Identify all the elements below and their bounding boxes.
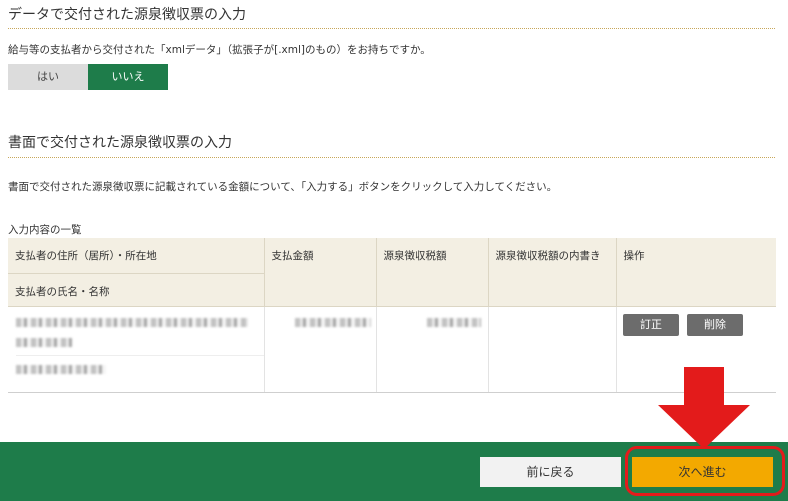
header-payer-address: 支払者の住所（居所）・所在地 (8, 238, 265, 274)
payer-cell (8, 306, 265, 393)
xml-toggle: はい いいえ (8, 64, 168, 90)
header-withholding-tax: 源泉徴収税額 (376, 238, 489, 307)
header-payment-amount: 支払金額 (264, 238, 377, 307)
redacted-amount (294, 317, 371, 327)
xml-section-title: データで交付された源泉徴収票の入力 (8, 7, 246, 23)
withholding-breakdown-cell (488, 306, 617, 393)
paper-section-title: 書面で交付された源泉徴収票の入力 (8, 135, 232, 151)
header-operations: 操作 (616, 238, 776, 307)
highlight-ring (625, 446, 785, 496)
down-arrow-icon (658, 367, 750, 449)
paper-description: 書面で交付された源泉徴収票に記載されている金額について、「入力する」ボタンをクリ… (8, 181, 558, 193)
no-button[interactable]: いいえ (88, 64, 168, 90)
table-caption: 入力内容の一覧 (8, 224, 82, 236)
back-button[interactable]: 前に戻る (480, 457, 621, 487)
redacted-amount (426, 317, 481, 327)
page: データで交付された源泉徴収票の入力 給与等の支払者から交付された「xmlデータ」… (0, 0, 788, 501)
delete-button[interactable]: 削除 (687, 314, 743, 336)
redacted-name (16, 364, 106, 374)
section-divider (8, 157, 775, 158)
header-withholding-breakdown: 源泉徴収税額の内書き (488, 238, 617, 307)
edit-button[interactable]: 訂正 (623, 314, 679, 336)
withholding-tax-cell (376, 306, 489, 393)
payment-amount-cell (264, 306, 377, 393)
header-payer-name: 支払者の氏名・名称 (8, 273, 265, 307)
redacted-address (16, 317, 248, 327)
xml-question: 給与等の支払者から交付された「xmlデータ」（拡張子が[.xml]のもの）をお持… (8, 44, 431, 56)
redacted-address (16, 337, 72, 347)
yes-button[interactable]: はい (8, 64, 88, 90)
section-divider (8, 28, 775, 29)
